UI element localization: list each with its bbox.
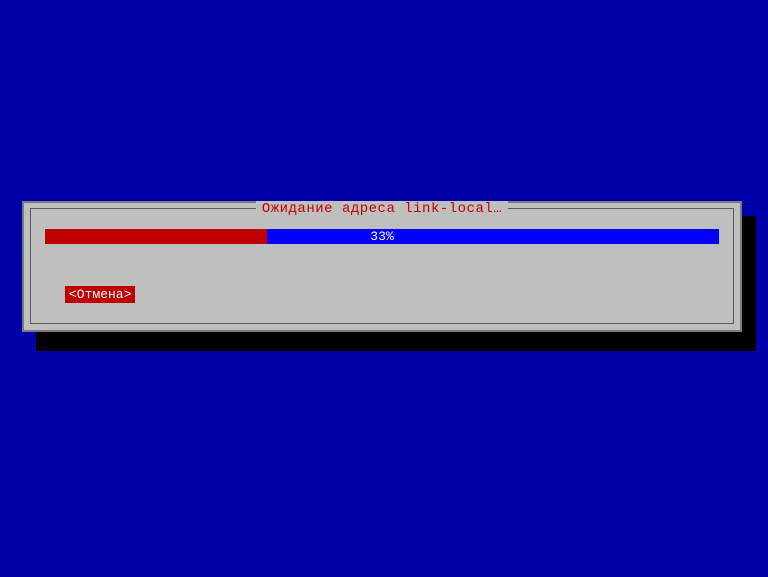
- progress-bar-label: 33%: [45, 229, 719, 244]
- dialog-inner-border: Ожидание адреса link-local… 33% <Отмена>: [30, 208, 734, 324]
- progress-bar: 33%: [45, 229, 719, 244]
- dialog-title: Ожидание адреса link-local…: [256, 201, 508, 217]
- progress-dialog: Ожидание адреса link-local… 33% <Отмена>: [22, 201, 742, 332]
- cancel-button[interactable]: <Отмена>: [65, 286, 135, 303]
- dialog-title-wrap: Ожидание адреса link-local…: [31, 201, 733, 217]
